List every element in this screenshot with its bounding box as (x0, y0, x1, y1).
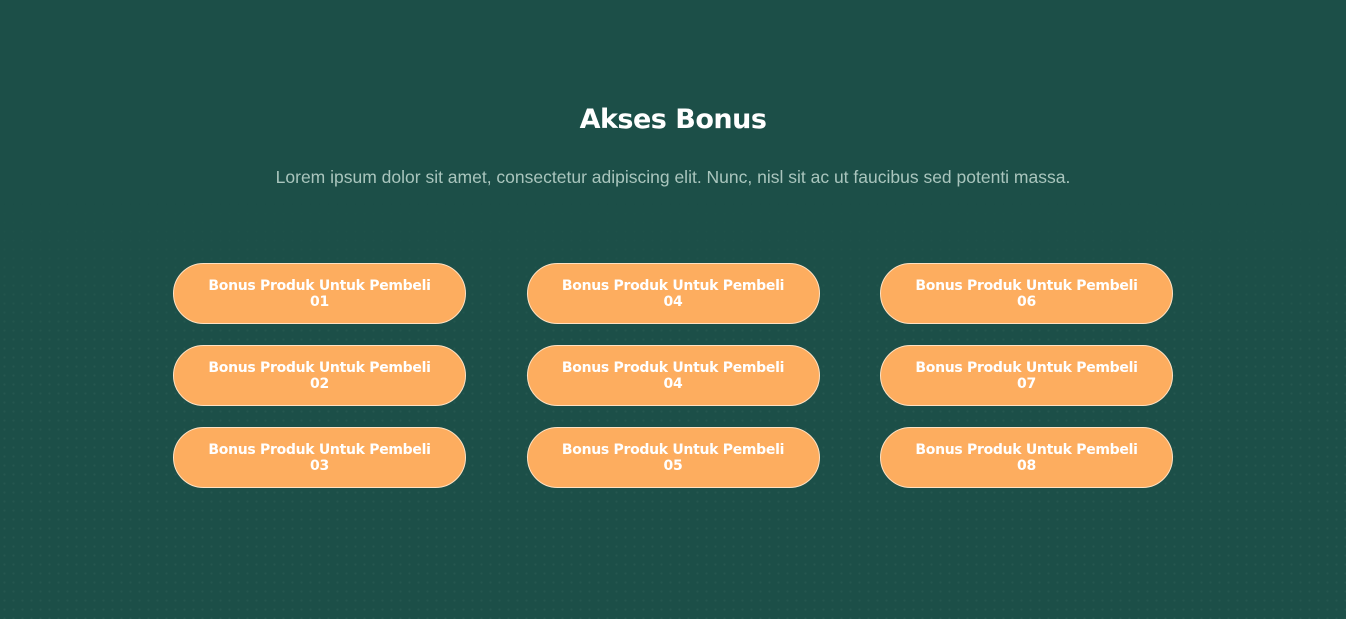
bonus-button-label: Bonus Produk Untuk Pembeli 02 (208, 359, 431, 392)
section-title: Akses Bonus (579, 104, 767, 135)
bonus-button-04a[interactable]: Bonus Produk Untuk Pembeli 04 (526, 263, 820, 324)
bonus-button-label: Bonus Produk Untuk Pembeli 03 (208, 441, 431, 474)
bonus-button-label: Bonus Produk Untuk Pembeli 01 (208, 277, 431, 310)
bonus-button-04b[interactable]: Bonus Produk Untuk Pembeli 04 (526, 345, 820, 406)
bonus-button-08[interactable]: Bonus Produk Untuk Pembeli 08 (880, 427, 1173, 488)
bonus-button-03[interactable]: Bonus Produk Untuk Pembeli 03 (173, 427, 466, 488)
bonus-button-label: Bonus Produk Untuk Pembeli 04 (561, 359, 785, 392)
bonus-button-label: Bonus Produk Untuk Pembeli 05 (561, 441, 785, 474)
bonus-button-label: Bonus Produk Untuk Pembeli 07 (915, 359, 1138, 392)
bonus-button-label: Bonus Produk Untuk Pembeli 04 (561, 277, 785, 310)
bonus-button-05[interactable]: Bonus Produk Untuk Pembeli 05 (526, 427, 820, 488)
bonus-button-01[interactable]: Bonus Produk Untuk Pembeli 01 (173, 263, 466, 324)
section-subtitle: Lorem ipsum dolor sit amet, consectetur … (275, 167, 1071, 187)
bonus-button-label: Bonus Produk Untuk Pembeli 08 (915, 441, 1138, 474)
bonus-button-06[interactable]: Bonus Produk Untuk Pembeli 06 (880, 263, 1173, 324)
bonus-button-label: Bonus Produk Untuk Pembeli 06 (915, 277, 1138, 310)
bonus-button-grid: Bonus Produk Untuk Pembeli 01 Bonus Prod… (173, 263, 1173, 488)
bonus-button-07[interactable]: Bonus Produk Untuk Pembeli 07 (880, 345, 1173, 406)
bonus-button-02[interactable]: Bonus Produk Untuk Pembeli 02 (173, 345, 466, 406)
